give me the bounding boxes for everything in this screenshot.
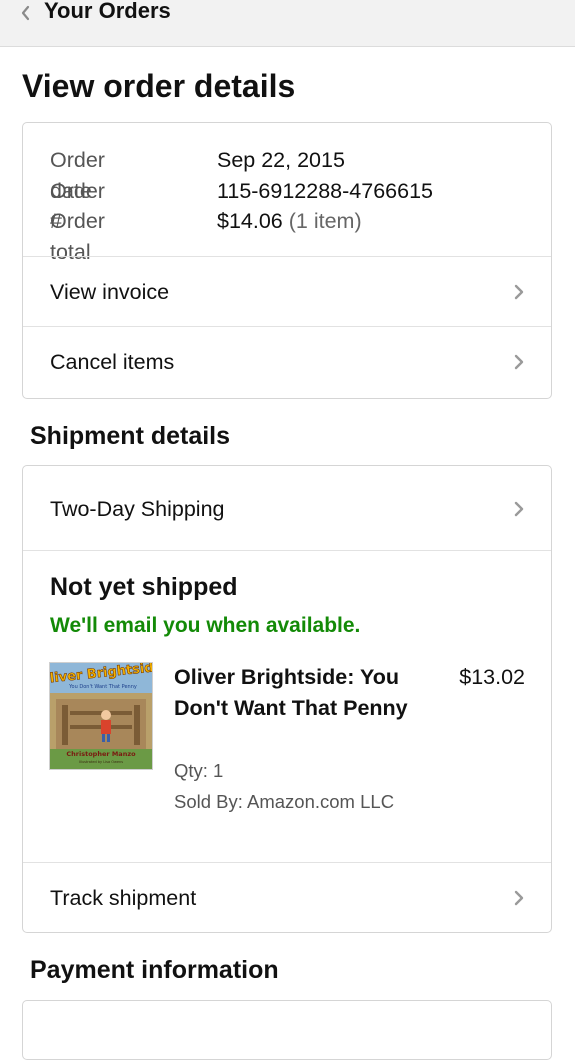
back-link-your-orders[interactable]: Your Orders bbox=[44, 0, 171, 24]
payment-information-heading: Payment information bbox=[30, 956, 279, 984]
shipping-method-label: Two-Day Shipping bbox=[50, 497, 225, 521]
payment-card bbox=[22, 1000, 552, 1060]
cover-author-text: Christopher Manzo bbox=[66, 750, 136, 758]
product-title[interactable]: Oliver Brightside: You Don't Want That P… bbox=[174, 662, 424, 724]
shipment-card: Two-Day Shipping Not yet shipped We'll e… bbox=[22, 465, 552, 933]
chevron-right-icon bbox=[514, 890, 524, 906]
chevron-right-icon bbox=[514, 354, 524, 370]
cancel-items-row[interactable]: Cancel items bbox=[23, 326, 551, 396]
top-nav-bar: Your Orders bbox=[0, 0, 575, 47]
product-seller: Sold By: Amazon.com LLC bbox=[174, 791, 395, 812]
track-shipment-row[interactable]: Track shipment bbox=[23, 862, 551, 932]
cover-subtitle-text: You Don't Want That Penny bbox=[68, 684, 137, 690]
page-title: View order details bbox=[22, 68, 296, 104]
product-quantity: Qty: 1 bbox=[174, 760, 224, 781]
order-date-value: Sep 22, 2015 bbox=[217, 148, 345, 172]
back-chevron-icon[interactable] bbox=[18, 2, 32, 22]
order-item-count: (1 item) bbox=[288, 209, 362, 233]
shipment-status-note: We'll email you when available. bbox=[50, 614, 361, 637]
chevron-right-icon bbox=[514, 284, 524, 300]
order-total-value-group: $14.06 (1 item) bbox=[217, 206, 362, 237]
product-price: $13.02 bbox=[459, 665, 525, 689]
shipment-status: Not yet shipped bbox=[50, 573, 238, 601]
view-invoice-row[interactable]: View invoice bbox=[23, 256, 551, 326]
book-cover-art: Oliver Brightside You Don't Want That Pe… bbox=[50, 663, 152, 769]
track-shipment-label: Track shipment bbox=[50, 886, 197, 910]
cover-illustrator-text: Illustrated by Lisa Owens bbox=[79, 760, 123, 764]
order-summary-card: Order date Sep 22, 2015 Order # 115-6912… bbox=[22, 122, 552, 399]
order-total-value: $14.06 bbox=[217, 209, 283, 233]
cancel-items-label: Cancel items bbox=[50, 350, 175, 374]
view-invoice-label: View invoice bbox=[50, 280, 170, 304]
shipment-details-heading: Shipment details bbox=[30, 422, 231, 450]
product-image[interactable]: Oliver Brightside You Don't Want That Pe… bbox=[49, 662, 153, 770]
shipping-method-row[interactable]: Two-Day Shipping bbox=[23, 466, 551, 551]
order-number-value: 115-6912288-4766615 bbox=[217, 178, 433, 203]
chevron-right-icon bbox=[514, 501, 524, 517]
